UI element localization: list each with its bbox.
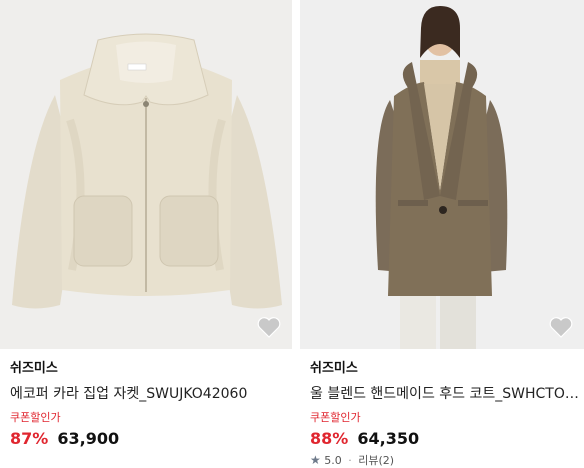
heart-icon[interactable]	[256, 315, 282, 339]
discount-rate: 88%	[310, 429, 349, 448]
coupon-price-label: 쿠폰할인가	[310, 411, 361, 424]
review-count[interactable]: 리뷰(2)	[358, 454, 394, 467]
product-card[interactable]: 쉬즈미스 울 블렌드 핸드메이드 후드 코트_SWHCTO4... 쿠폰할인가 …	[300, 0, 584, 468]
jacket-image	[0, 0, 292, 349]
product-image[interactable]	[0, 0, 292, 349]
coat-image	[300, 0, 584, 349]
discount-rate: 87%	[10, 429, 49, 448]
product-name[interactable]: 에코퍼 카라 집업 자켓_SWUJKO42060	[10, 384, 292, 404]
separator-dot: ·	[348, 454, 352, 467]
sale-price: 64,350	[357, 429, 420, 448]
brand-name[interactable]: 쉬즈미스	[310, 360, 584, 378]
product-name[interactable]: 울 블렌드 핸드메이드 후드 코트_SWHCTO4...	[310, 384, 584, 404]
price-row: 88% 64,350	[310, 428, 584, 450]
product-image[interactable]	[300, 0, 584, 349]
product-card[interactable]: 쉬즈미스 에코퍼 카라 집업 자켓_SWUJKO42060 쿠폰할인가 87% …	[0, 0, 292, 468]
brand-name[interactable]: 쉬즈미스	[10, 360, 292, 378]
product-info: 쉬즈미스 에코퍼 카라 집업 자켓_SWUJKO42060 쿠폰할인가 87% …	[10, 360, 292, 450]
heart-icon[interactable]	[548, 315, 574, 339]
rating-value: 5.0	[324, 454, 342, 467]
star-icon: ★	[310, 453, 321, 467]
coupon-price-label: 쿠폰할인가	[10, 411, 61, 424]
product-info: 쉬즈미스 울 블렌드 핸드메이드 후드 코트_SWHCTO4... 쿠폰할인가 …	[310, 360, 584, 468]
rating-row: ★ 5.0 · 리뷰(2)	[310, 452, 584, 468]
sale-price: 63,900	[57, 429, 120, 448]
price-row: 87% 63,900	[10, 428, 292, 450]
product-grid: 쉬즈미스 에코퍼 카라 집업 자켓_SWUJKO42060 쿠폰할인가 87% …	[0, 0, 584, 468]
